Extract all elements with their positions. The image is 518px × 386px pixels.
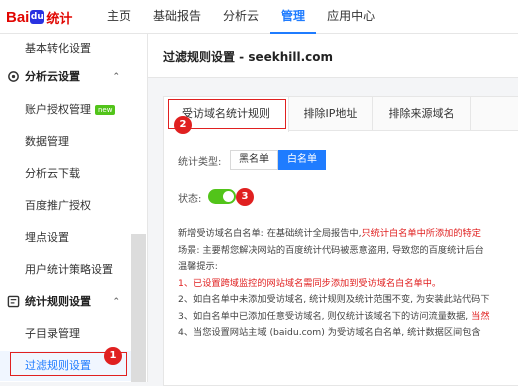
blacklist-button[interactable]: 黑名单 bbox=[230, 150, 278, 170]
status-toggle[interactable] bbox=[208, 189, 236, 204]
nav-app-center[interactable]: 应用中心 bbox=[316, 0, 386, 34]
baidu-tongji-logo[interactable]: Bai du 统计 bbox=[6, 6, 72, 28]
desc-text-red: 当然 bbox=[468, 310, 490, 322]
page-header: 过滤规则设置 - seekhill.com bbox=[148, 34, 518, 78]
desc-line: 温馨提示: bbox=[178, 261, 218, 272]
sidebar-item-label: 账户授权管理 bbox=[25, 103, 91, 116]
sidebar-item-tracking[interactable]: 埋点设置 bbox=[0, 223, 146, 253]
sidebar-item-baidu-auth[interactable]: 百度推广授权 bbox=[0, 191, 146, 221]
page-title: 过滤规则设置 - seekhill.com bbox=[163, 50, 334, 64]
desc-line: 场景: 主要帮您解决网站的百度统计代码被恶意盗用, 导致您的百度统计后台 bbox=[178, 244, 484, 256]
chevron-up-icon: ⌃ bbox=[112, 297, 120, 307]
chevron-up-icon: ⌃ bbox=[112, 72, 120, 82]
desc-line: 3、如白名单中已添加任意受访域名, 则仅统计该域名下的访问流量数据, 当然 bbox=[178, 309, 518, 326]
type-segmented-control: 黑名单 白名单 bbox=[230, 150, 326, 170]
top-bar: Bai du 统计 主页 基础报告 分析云 管理 应用中心 bbox=[0, 0, 518, 34]
rules-icon bbox=[7, 295, 20, 308]
desc-line: 1、已设置跨域监控的网站域名需同步添加到受访域名白名单中。 bbox=[178, 276, 518, 293]
sidebar-group-rules[interactable]: 统计规则设置 ⌃ bbox=[0, 287, 146, 317]
sidebar-group-analytics[interactable]: 分析云设置 ⌃ bbox=[0, 62, 146, 92]
sidebar-item-subdir[interactable]: 子目录管理 bbox=[0, 319, 146, 349]
description-text: 新增受访域名白名单: 在基础统计全局报告中,只统计白名单中所添加的特定 场景: … bbox=[178, 226, 518, 342]
nav-management[interactable]: 管理 bbox=[270, 0, 317, 34]
desc-line: 4、当您设置网站主域 (baidu.com) 为受访域名白名单, 统计数据区间包… bbox=[178, 327, 481, 338]
sidebar-scrollbar[interactable] bbox=[131, 234, 146, 382]
desc-text: 新增受访域名白名单: 在基础统计全局报告中, bbox=[178, 228, 362, 239]
sidebar-item-basic-conversion[interactable]: 基本转化设置 bbox=[0, 34, 146, 64]
annotation-marker-1: 1 bbox=[104, 347, 122, 365]
sidebar-item-user-strategy[interactable]: 用户统计策略设置 bbox=[0, 255, 146, 285]
tab-exclude-source-domain[interactable]: 排除来源域名 bbox=[373, 97, 471, 131]
annotation-marker-3: 3 bbox=[236, 188, 254, 206]
tab-exclude-ip[interactable]: 排除IP地址 bbox=[289, 97, 373, 131]
nav-basic-report[interactable]: 基础报告 bbox=[142, 0, 212, 34]
paw-icon: du bbox=[30, 10, 45, 24]
sidebar-group-label: 统计规则设置 bbox=[25, 295, 91, 308]
logo-tongji: 统计 bbox=[46, 11, 73, 27]
sidebar-item-data-mgmt[interactable]: 数据管理 bbox=[0, 127, 146, 157]
desc-text: 3、如白名单中已添加任意受访域名, 则仅统计该域名下的访问流量数据, bbox=[178, 310, 469, 322]
type-label: 统计类型: bbox=[178, 157, 222, 168]
desc-text-red: 只统计白名单中所添加的特定 bbox=[361, 228, 481, 239]
gear-icon bbox=[8, 71, 19, 82]
status-label: 状态: bbox=[178, 194, 202, 205]
desc-line: 新增受访域名白名单: 在基础统计全局报告中,只统计白名单中所添加的特定 bbox=[178, 226, 518, 243]
tab-bar: 受访域名统计规则 排除IP地址 排除来源域名 bbox=[164, 97, 518, 132]
main-nav: 主页 基础报告 分析云 管理 应用中心 bbox=[96, 0, 386, 34]
logo-bai: Bai bbox=[6, 8, 30, 26]
desc-text-red: 1、 bbox=[178, 277, 194, 289]
sidebar-item-account-auth[interactable]: 账户授权管理 new bbox=[0, 95, 146, 125]
nav-analytics-cloud[interactable]: 分析云 bbox=[212, 0, 270, 34]
desc-line: 2、如白名单中未添加受访域名, 统计规则及统计范围不变, 为安装此站代码下 bbox=[178, 294, 490, 305]
sidebar: 基本转化设置 分析云设置 ⌃ 账户授权管理 new 数据管理 分析云下载 百度推广… bbox=[0, 34, 148, 382]
desc-text-red: 已设置跨域监控的网站域名需同步添加到受访域名白名单中。 bbox=[193, 277, 442, 289]
whitelist-button[interactable]: 白名单 bbox=[278, 150, 326, 170]
new-badge: new bbox=[95, 105, 116, 115]
sidebar-item-cloud-download[interactable]: 分析云下载 bbox=[0, 159, 146, 189]
toggle-knob bbox=[223, 191, 234, 202]
nav-home[interactable]: 主页 bbox=[96, 0, 142, 34]
annotation-marker-2: 2 bbox=[174, 116, 192, 134]
sidebar-group-label: 分析云设置 bbox=[25, 70, 80, 83]
